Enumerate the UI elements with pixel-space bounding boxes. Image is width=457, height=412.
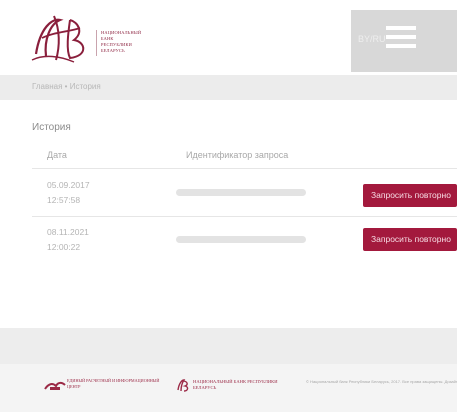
row-date: 08.11.2021 (47, 227, 89, 237)
language-switch[interactable]: BY/RU (358, 34, 386, 44)
request-again-button[interactable]: Запросить повторно (363, 184, 457, 207)
breadcrumb[interactable]: Главная • История (32, 82, 101, 91)
site-header: Национальный банк Республики Беларусь BY… (0, 0, 457, 75)
logo-line: Беларусь (101, 48, 125, 53)
nbrb-footer-logo-icon[interactable] (176, 378, 190, 392)
menu-hamburger-icon[interactable] (386, 26, 416, 50)
row-date-cell: 05.09.2017 12:57:58 (47, 178, 90, 208)
row-divider (32, 216, 457, 217)
row-time: 12:57:58 (47, 195, 81, 205)
main-content (0, 100, 457, 328)
header-controls: BY/RU (351, 10, 457, 72)
footer-partner-erip[interactable]: Единый расчетный и информационный центр (67, 378, 163, 389)
footer-copyright: © Национальный банк Республики Беларусь,… (306, 379, 457, 384)
row-time: 12:00:22 (47, 242, 81, 252)
page-title: История (32, 122, 71, 133)
row-date: 05.09.2017 (47, 180, 90, 190)
column-header-date: Дата (47, 150, 67, 160)
logo-wordmark: Национальный банк Республики Беларусь (101, 30, 165, 54)
logo-divider (96, 30, 97, 56)
request-again-button[interactable]: Запросить повторно (363, 228, 457, 251)
request-id-redacted (176, 236, 306, 243)
row-date-cell: 08.11.2021 12:00:22 (47, 225, 89, 255)
column-header-request-id: Идентификатор запроса (186, 150, 289, 160)
request-id-redacted (176, 189, 306, 196)
table-header-divider (32, 168, 457, 169)
nbrb-monogram-logo[interactable] (30, 10, 94, 66)
erip-logo-icon[interactable] (44, 380, 66, 392)
footer-spacer-band (0, 328, 457, 364)
footer-bank-name[interactable]: Национальный банк Республики Беларусь (193, 379, 293, 391)
